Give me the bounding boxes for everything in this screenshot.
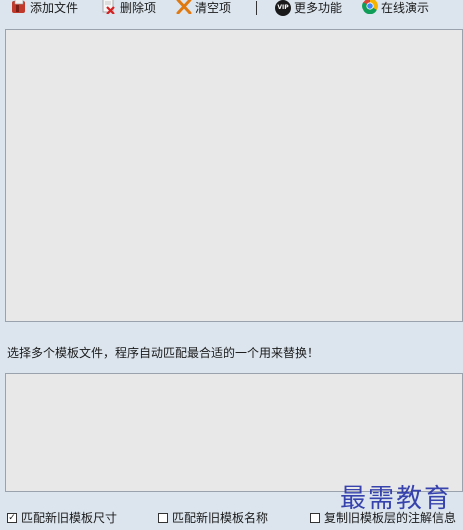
add-file-label: 添加文件 bbox=[30, 0, 79, 15]
toolbar: 添加文件 删除项 清空项 VIP 更多功能 在线演示 bbox=[0, 0, 463, 19]
chrome-icon bbox=[362, 0, 378, 17]
delete-icon bbox=[101, 0, 117, 17]
toolbar-separator bbox=[256, 1, 257, 15]
checkbox-empty-icon bbox=[310, 512, 320, 523]
hint-text: 选择多个模板文件，程序自动匹配最合适的一个用来替换！ bbox=[7, 346, 320, 360]
clear-items-label: 清空项 bbox=[195, 0, 232, 15]
clear-items-button[interactable]: 清空项 bbox=[176, 0, 231, 17]
clear-x-icon bbox=[176, 0, 192, 17]
match-name-checkbox[interactable]: 匹配新旧模板名称 bbox=[158, 509, 268, 526]
online-demo-label: 在线演示 bbox=[381, 0, 430, 15]
watermark: 最需教育 bbox=[340, 484, 453, 514]
add-file-button[interactable]: 添加文件 bbox=[11, 0, 78, 17]
vip-badge-text: VIP bbox=[277, 4, 289, 11]
match-size-checkbox[interactable]: ✓ 匹配新旧模板尺寸 bbox=[7, 509, 117, 526]
more-features-button[interactable]: VIP 更多功能 bbox=[275, 0, 342, 17]
match-name-label: 匹配新旧模板名称 bbox=[172, 511, 269, 525]
file-list-panel[interactable] bbox=[5, 29, 463, 322]
add-file-icon bbox=[11, 0, 27, 17]
online-demo-button[interactable]: 在线演示 bbox=[362, 0, 429, 17]
match-size-label: 匹配新旧模板尺寸 bbox=[21, 511, 118, 525]
delete-item-label: 删除项 bbox=[120, 0, 157, 15]
delete-item-button[interactable]: 删除项 bbox=[101, 0, 156, 17]
vip-icon: VIP bbox=[275, 0, 291, 16]
log-panel[interactable] bbox=[5, 373, 463, 492]
more-features-label: 更多功能 bbox=[294, 0, 343, 15]
checkbox-empty-icon bbox=[158, 512, 168, 523]
checkbox-checked-icon: ✓ bbox=[7, 512, 17, 523]
